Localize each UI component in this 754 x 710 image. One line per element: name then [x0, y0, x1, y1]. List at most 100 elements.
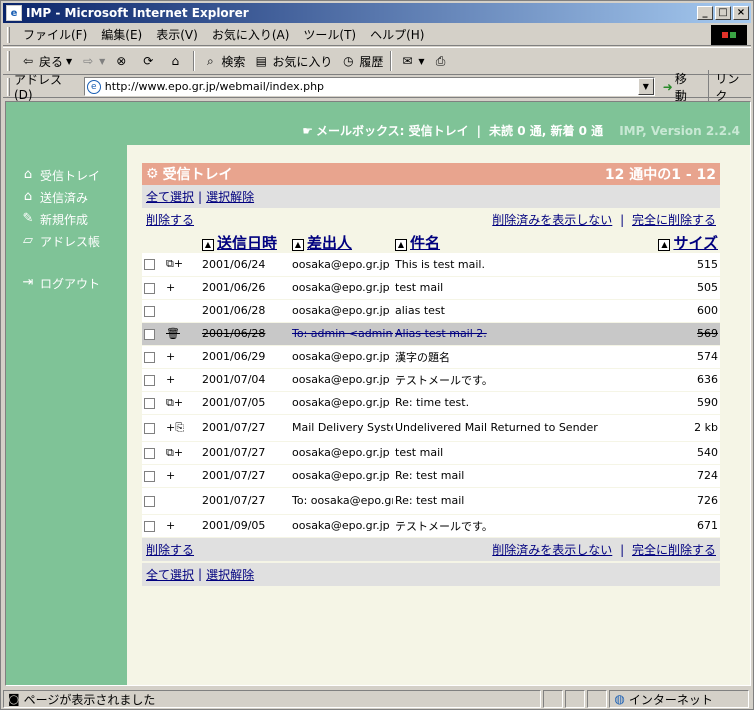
message-subject[interactable]: Undelivered Mail Returned to Sender: [393, 414, 655, 442]
refresh-button[interactable]: ⟳: [136, 50, 163, 72]
message-from: oosaka@epo.gr.jp: [290, 345, 393, 369]
table-row[interactable]: +2001/06/26 oosaka@epo.gr.jp test mail 505: [142, 276, 720, 300]
sort-icon[interactable]: ▲: [395, 238, 407, 251]
links-button[interactable]: リンク: [708, 69, 751, 104]
back-dropdown-icon[interactable]: ▼: [66, 57, 72, 66]
size-column-header[interactable]: ▲ サイズ: [655, 231, 720, 253]
message-checkbox[interactable]: [144, 447, 155, 459]
sort-icon[interactable]: ▲: [658, 238, 671, 251]
minimize-button[interactable]: _: [697, 6, 713, 20]
message-checkbox[interactable]: [144, 328, 155, 340]
message-subject[interactable]: test mail: [393, 276, 655, 300]
purge-link[interactable]: 完全に削除する: [632, 543, 716, 557]
hide-deleted-link[interactable]: 削除済みを表示しない: [492, 543, 612, 557]
toolbar-grip[interactable]: [7, 51, 10, 71]
search-button[interactable]: ⌕ 検索: [198, 50, 249, 72]
delete-link[interactable]: 削除する: [146, 541, 194, 558]
select-all-link[interactable]: 全て選択: [146, 566, 194, 583]
message-subject[interactable]: Re: test mail: [393, 487, 655, 515]
table-row[interactable]: ⧉+ 2001/07/27 oosaka@epo.gr.jp test mail 540: [142, 441, 720, 465]
mailbox-title: 受信トレイ: [162, 167, 233, 183]
address-input[interactable]: e http://www.epo.gr.jp/webmail/index.php…: [83, 77, 655, 96]
message-checkbox[interactable]: [144, 397, 155, 409]
menu-view[interactable]: 表示(V): [149, 26, 205, 43]
message-subject[interactable]: Re: test mail: [393, 464, 655, 488]
addressbar-grip[interactable]: [7, 77, 10, 96]
menu-edit[interactable]: 編集(E): [94, 26, 149, 43]
back-button[interactable]: ⇦ 戻る ▼: [16, 50, 76, 72]
table-row[interactable]: 2001/07/27To: oosaka@epo.gr.jpRe: test m…: [142, 487, 720, 515]
address-label: アドレス(D): [13, 73, 62, 102]
close-button[interactable]: ×: [733, 6, 749, 20]
menu-tools[interactable]: ツール(T): [296, 26, 363, 43]
table-row[interactable]: +⎘2001/07/27Mail Delivery SystemUndelive…: [142, 414, 720, 442]
hide-deleted-link[interactable]: 削除済みを表示しない: [492, 213, 612, 227]
message-checkbox[interactable]: [144, 351, 155, 363]
message-checkbox[interactable]: [144, 282, 155, 294]
stop-icon: ⊗: [116, 54, 127, 68]
sort-icon[interactable]: ▲: [202, 238, 214, 251]
message-checkbox[interactable]: [144, 422, 155, 434]
message-table: ▲ 送信日時 ▲ 差出人 ▲ 件名 ▲ サイズ ⧉+ 2001/06/24 oosaka@e…: [142, 231, 720, 538]
stop-button[interactable]: ⊗: [109, 50, 136, 72]
deselect-link[interactable]: 選択解除: [206, 566, 254, 583]
windows-logo-icon: [711, 25, 747, 45]
mail-button[interactable]: ✉ ▼: [395, 50, 428, 72]
message-subject[interactable]: Re: time test.: [393, 391, 655, 415]
message-subject[interactable]: Alias test mail 2.: [393, 322, 655, 346]
message-checkbox[interactable]: [144, 374, 155, 386]
table-row[interactable]: +2001/07/04 oosaka@epo.gr.jp テストメールです。 636: [142, 368, 720, 392]
sidebar-item-addressbook[interactable]: ▱ アドレス帳: [20, 230, 100, 252]
sidebar-item-inbox[interactable]: ⌂ 受信トレイ: [20, 164, 100, 186]
print-button[interactable]: ⎙: [429, 50, 456, 72]
message-subject[interactable]: This is test mail.: [393, 253, 655, 277]
home-button[interactable]: ⌂: [163, 50, 190, 72]
table-row[interactable]: +2001/06/29 oosaka@epo.gr.jp 漢字の題名 574: [142, 345, 720, 369]
menu-file[interactable]: ファイル(F): [16, 26, 94, 43]
menubar-grip[interactable]: [7, 26, 10, 43]
table-row[interactable]: ⧉+ 2001/06/24 oosaka@epo.gr.jp This is test…: [142, 253, 720, 277]
forward-dropdown-icon[interactable]: ▼: [99, 57, 105, 66]
message-subject[interactable]: test mail: [393, 441, 655, 465]
message-checkbox[interactable]: [144, 259, 155, 271]
table-row[interactable]: ⧉+ 2001/07/05 oosaka@epo.gr.jp Re: time tes…: [142, 391, 720, 415]
selection-row-bottom: 全て選択 | 選択解除: [142, 562, 720, 586]
subject-column-header[interactable]: ▲ 件名: [393, 231, 655, 253]
message-checkbox[interactable]: [144, 305, 155, 317]
message-subject[interactable]: alias test: [393, 299, 655, 323]
delete-link[interactable]: 削除する: [146, 211, 194, 228]
maximize-button[interactable]: □: [715, 6, 731, 20]
message-checkbox[interactable]: [144, 470, 155, 482]
select-all-link[interactable]: 全て選択: [146, 188, 194, 205]
message-checkbox[interactable]: [144, 495, 155, 507]
history-button[interactable]: ◷ 履歴: [336, 50, 387, 72]
table-row[interactable]: 2001/06/28 oosaka@epo.gr.jp alias test 600: [142, 299, 720, 323]
table-row[interactable]: +2001/07/27 oosaka@epo.gr.jp Re: test mail…: [142, 464, 720, 488]
status-flag-icon: +: [164, 368, 200, 392]
sidebar-item-logout[interactable]: ⇥ ログアウト: [20, 272, 100, 294]
address-dropdown-icon[interactable]: ▼: [637, 78, 654, 95]
purge-link[interactable]: 完全に削除する: [632, 213, 716, 227]
message-subject[interactable]: テストメールです。: [393, 514, 655, 538]
favorites-button[interactable]: ▤ お気に入り: [249, 50, 336, 72]
mail-dropdown-icon[interactable]: ▼: [418, 57, 424, 66]
table-row[interactable]: +2001/09/05 oosaka@epo.gr.jp テストメールです。 671: [142, 514, 720, 538]
status-flag-icon: ⧉+: [164, 441, 200, 465]
title-bar[interactable]: e IMP - Microsoft Internet Explorer _ □ …: [3, 3, 751, 23]
date-column-header[interactable]: ▲ 送信日時: [200, 231, 290, 253]
message-subject[interactable]: テストメールです。: [393, 368, 655, 392]
sort-icon[interactable]: ▲: [292, 238, 304, 251]
table-row[interactable]: 🗑2001/06/28To: admin <admin@epo...Alias …: [142, 322, 720, 346]
from-column-header[interactable]: ▲ 差出人: [290, 231, 393, 253]
menu-help[interactable]: ヘルプ(H): [363, 26, 431, 43]
message-checkbox[interactable]: [144, 520, 155, 532]
status-flag-icon: +: [164, 464, 200, 488]
go-button[interactable]: ➜ 移動: [663, 70, 699, 104]
forward-button[interactable]: ⇨ ▼: [76, 50, 109, 72]
message-date: 2001/06/26: [200, 276, 290, 300]
message-subject[interactable]: 漢字の題名: [393, 345, 655, 369]
deselect-link[interactable]: 選択解除: [206, 188, 254, 205]
sidebar-item-compose[interactable]: ✎ 新規作成: [20, 208, 100, 230]
sidebar-item-sent[interactable]: ⌂ 送信済み: [20, 186, 100, 208]
menu-favorites[interactable]: お気に入り(A): [205, 26, 297, 43]
